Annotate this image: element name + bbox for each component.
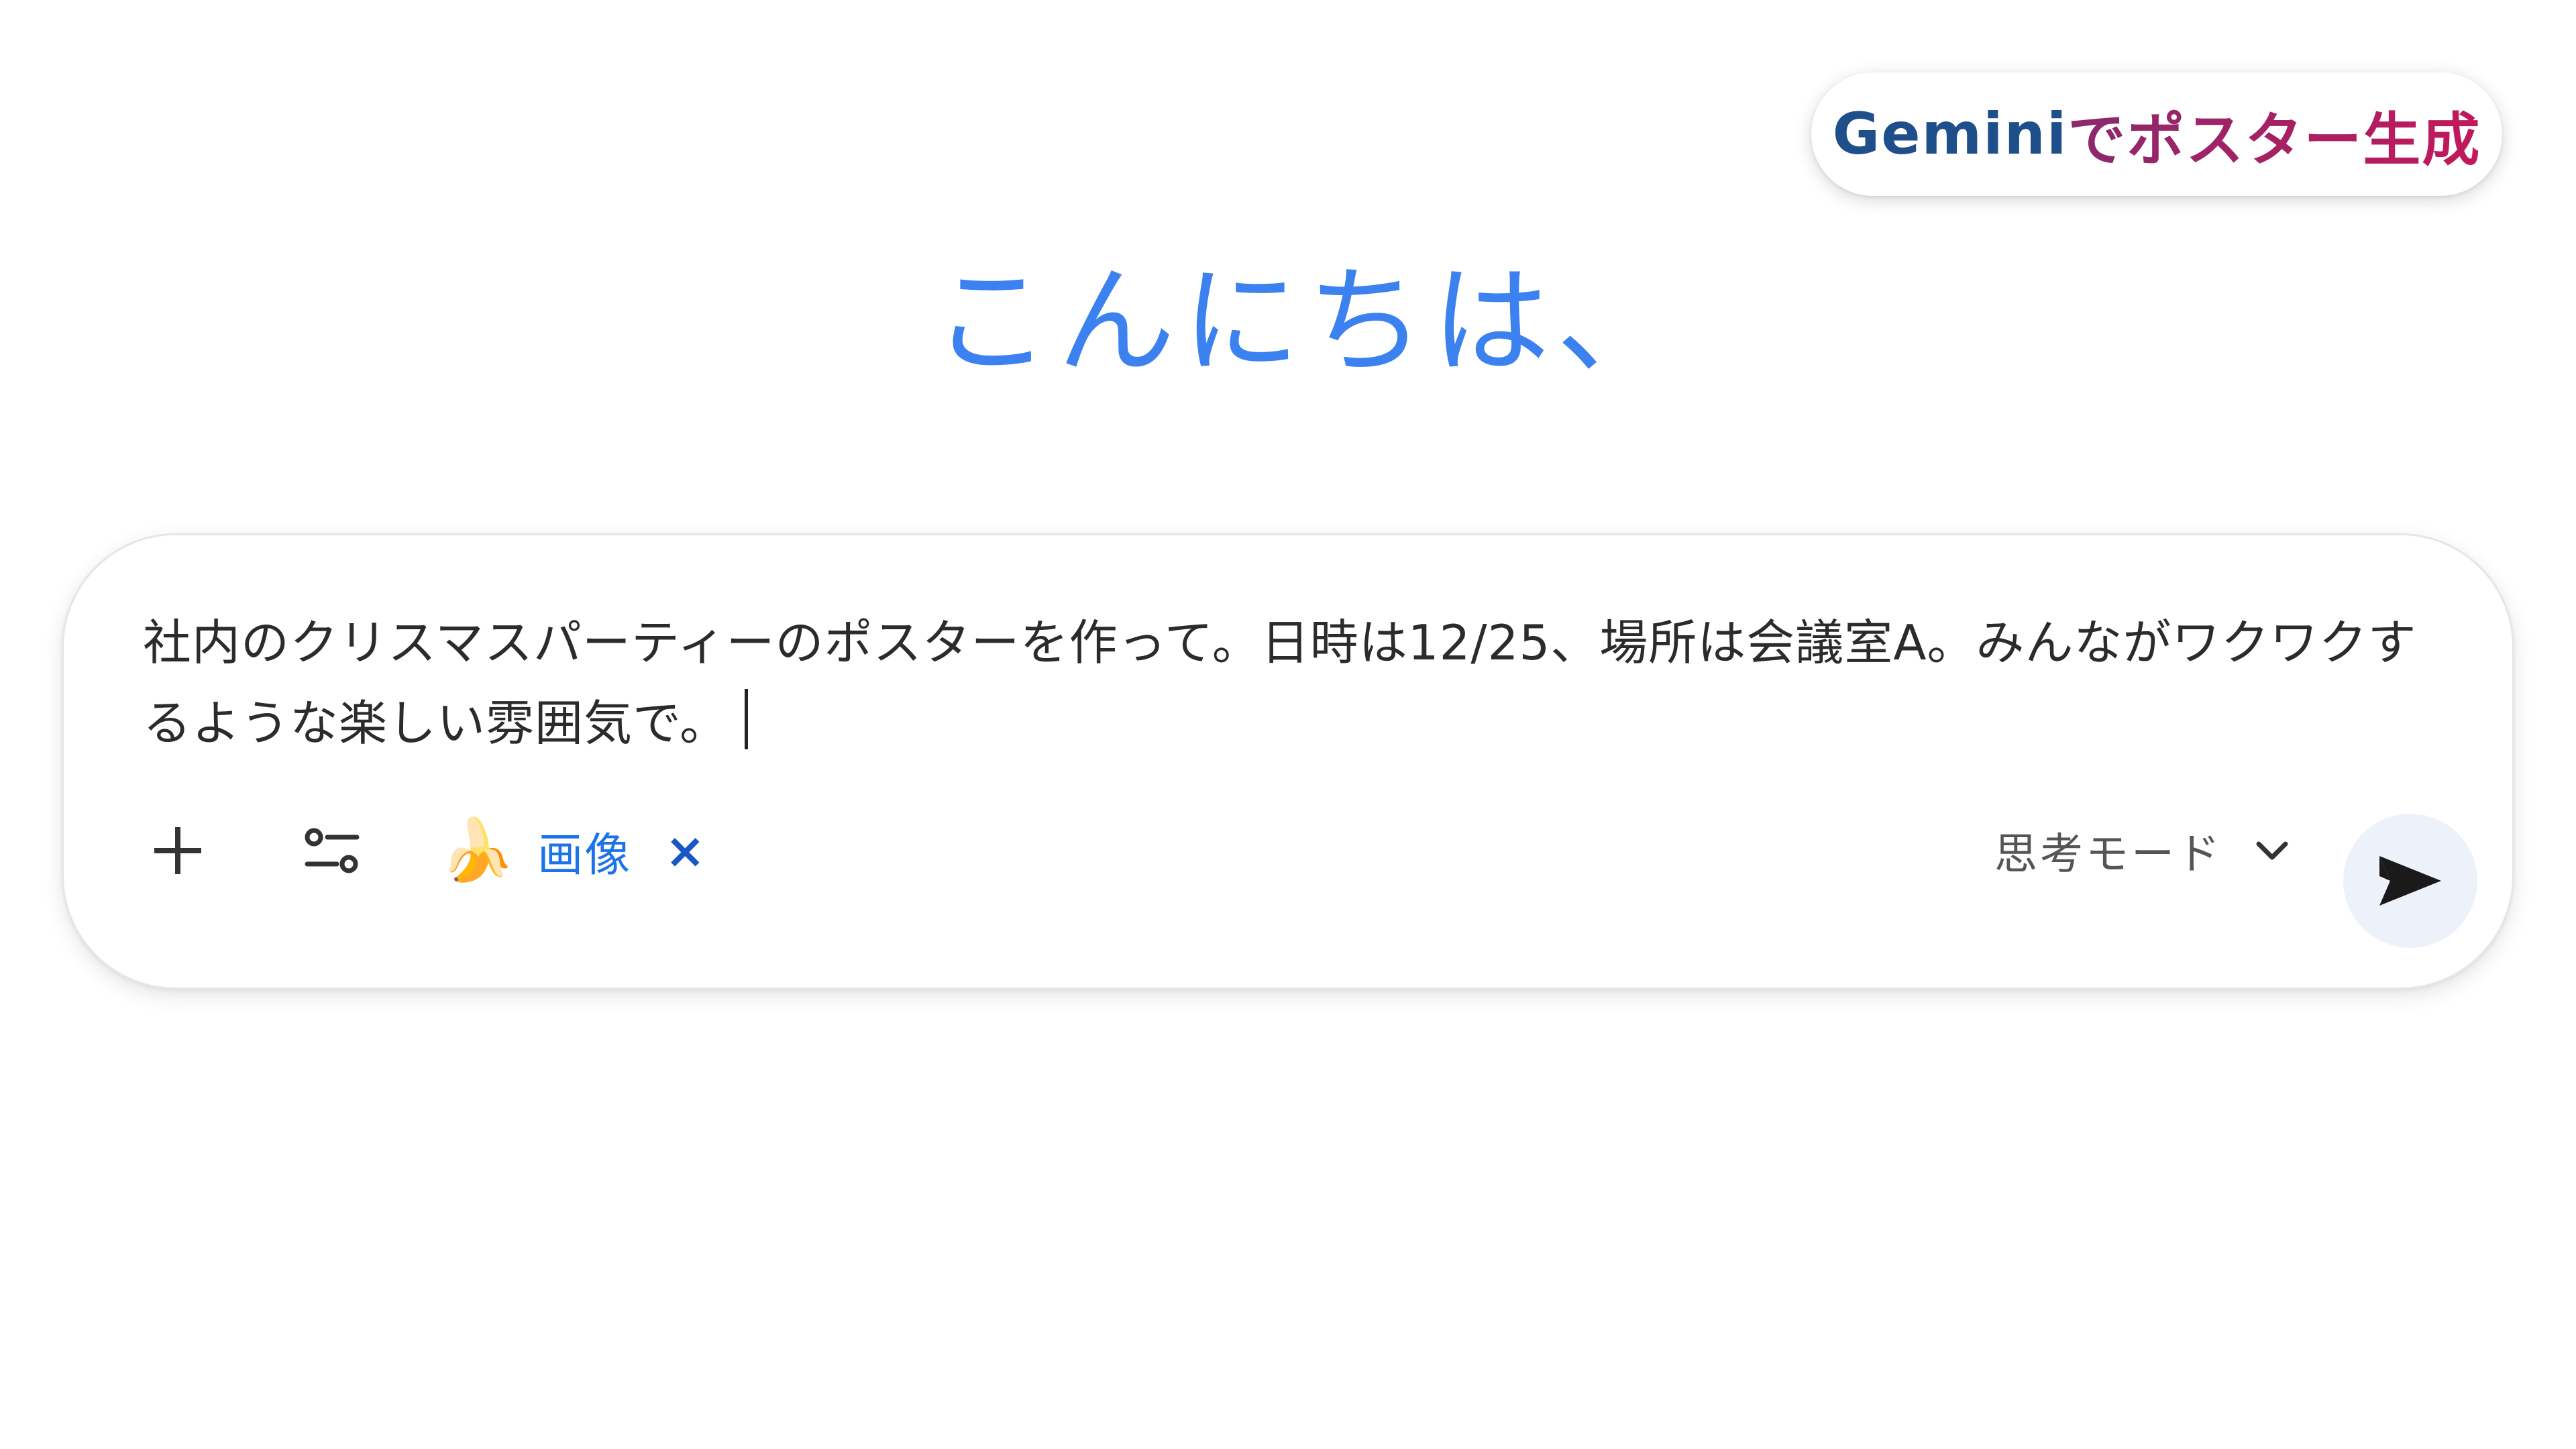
- close-icon[interactable]: ×: [665, 822, 705, 879]
- chevron-down-icon: [2256, 841, 2288, 860]
- banana-icon: 🍌: [439, 815, 515, 885]
- thinking-mode-select[interactable]: 思考モード: [1994, 810, 2291, 891]
- prompt-text: 社内のクリスマスパーティーのポスターを作って。日時は12/25、場所は会議室A。…: [143, 614, 2417, 751]
- send-button[interactable]: [2343, 814, 2477, 948]
- tools-button[interactable]: [285, 810, 379, 891]
- plus-icon: [154, 827, 201, 874]
- title-badge: Gemini でポスター生成: [1811, 72, 2502, 196]
- tune-icon: [305, 828, 360, 873]
- text-caret: [745, 689, 749, 749]
- mode-label: 思考モード: [1994, 830, 2222, 879]
- page: Gemini でポスター生成 こんにちは、 社内のクリスマスパーティーのポスターを…: [0, 0, 2576, 1449]
- prompt-input[interactable]: 社内のクリスマスパーティーのポスターを作って。日時は12/25、場所は会議室A。…: [143, 602, 2437, 763]
- badge-brand: Gemini: [1832, 101, 2068, 168]
- image-chip-label: 画像: [537, 828, 632, 882]
- greeting-heading: こんにちは、: [932, 253, 1682, 390]
- badge-title: でポスター生成: [2068, 93, 2481, 176]
- prompt-card: 社内のクリスマスパーティーのポスターを作って。日時は12/25、場所は会議室A。…: [62, 533, 2514, 989]
- send-icon: [2379, 856, 2441, 906]
- add-button[interactable]: [138, 810, 218, 891]
- image-tool-chip[interactable]: 🍌 画像 ×: [439, 810, 705, 891]
